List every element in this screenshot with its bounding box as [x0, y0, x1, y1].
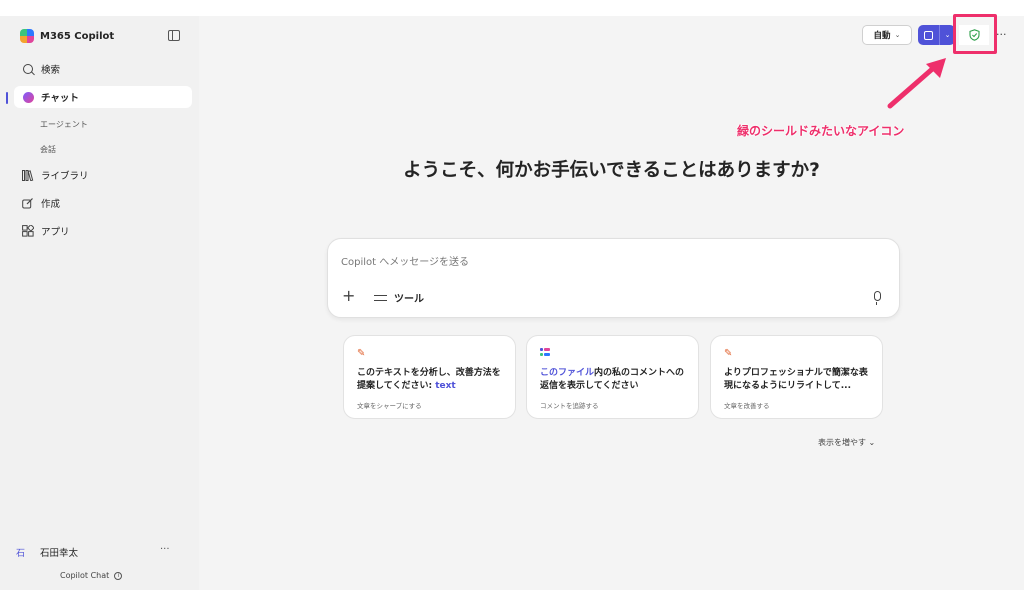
sidebar-item-label: 作成: [41, 199, 61, 210]
prompt-card-title: このファイル内の私のコメントへの返信を表示してください: [540, 368, 685, 391]
sidebar-item-create[interactable]: 作成: [14, 192, 192, 214]
pencil-icon: ✎: [724, 348, 733, 359]
sidebar-item-library[interactable]: ライブラリ: [14, 164, 192, 186]
chat-icon: [22, 91, 34, 103]
active-indicator: [6, 92, 8, 104]
message-composer[interactable]: Copilot へメッセージを送る + ツール: [327, 238, 900, 318]
tools-button[interactable]: ツール: [374, 290, 424, 305]
prompt-card[interactable]: このファイル内の私のコメントへの返信を表示してください コメントを追跡する: [526, 335, 699, 419]
create-icon: [22, 197, 34, 209]
footer-label: Copilot Chat: [60, 571, 110, 580]
sidebar-item-label: チャット: [41, 93, 79, 104]
sidebar-item-chat[interactable]: チャット: [14, 86, 192, 108]
microphone-icon[interactable]: [874, 291, 881, 305]
user-profile[interactable]: 石 石田幸太: [16, 544, 176, 560]
sidebar-item-search[interactable]: 検索: [14, 58, 192, 80]
prompt-card-title: このテキストを分析し、改善方法を提案してください: text: [357, 368, 501, 391]
sidebar-item-label: ライブラリ: [41, 171, 89, 182]
copilot-logo-icon: [20, 29, 34, 43]
brand: M365 Copilot: [20, 28, 114, 44]
mode-label: 自動: [873, 31, 891, 41]
mode-dropdown[interactable]: 自動 ⌄: [862, 25, 912, 45]
composer-input[interactable]: Copilot へメッセージを送る: [341, 253, 469, 268]
library-icon: [22, 169, 34, 181]
copilot-chat-footer: Copilot Chat i: [60, 571, 123, 580]
app-window: M365 Copilot 検索 チャット エージェント 会話 ライブラリ 作成: [0, 14, 1024, 590]
more-options-icon[interactable]: ···: [996, 28, 1007, 41]
add-icon[interactable]: +: [342, 288, 355, 304]
chevron-down-icon: ⌄: [868, 438, 876, 447]
prompt-card-subtitle: 文章を改善する: [724, 402, 770, 410]
prompt-card-subtitle: コメントを追跡する: [540, 402, 599, 410]
prompt-card[interactable]: ✎ よりプロフェッショナルで簡潔な表現になるようにリライトして... 文章を改善…: [710, 335, 883, 419]
pencil-icon: ✎: [357, 348, 366, 359]
welcome-heading: ようこそ、何かお手伝いできることはありますか?: [403, 160, 820, 181]
show-more-button[interactable]: 表示を増やす ⌄: [818, 437, 875, 448]
file-list-icon: [540, 348, 551, 360]
highlight-box: [953, 14, 997, 54]
sidebar-subitem-conversations[interactable]: 会話: [40, 144, 56, 155]
new-chat-icon[interactable]: [918, 25, 940, 45]
chevron-down-icon: ⌄: [894, 31, 901, 39]
new-chat-button[interactable]: ⌄: [918, 25, 955, 45]
user-more-icon[interactable]: ···: [160, 544, 170, 555]
sliders-icon: [374, 293, 387, 303]
apps-icon: [22, 225, 34, 237]
sidebar-toggle-icon[interactable]: [168, 30, 180, 41]
prompt-card-subtitle: 文章をシャープにする: [357, 402, 422, 410]
sidebar: M365 Copilot 検索 チャット エージェント 会話 ライブラリ 作成: [0, 16, 199, 590]
sidebar-item-apps[interactable]: アプリ: [14, 220, 192, 242]
annotation-arrow: [887, 58, 946, 109]
sidebar-item-label: アプリ: [41, 227, 70, 238]
info-icon[interactable]: i: [114, 571, 123, 580]
prompt-card[interactable]: ✎ このテキストを分析し、改善方法を提案してください: text 文章をシャープ…: [343, 335, 516, 419]
annotation-label: 緑のシールドみたいなアイコン: [737, 124, 905, 138]
sidebar-subitem-agents[interactable]: エージェント: [40, 119, 88, 130]
tools-label: ツール: [394, 294, 424, 305]
avatar: 石: [16, 548, 26, 559]
user-name: 石田幸太: [40, 548, 79, 559]
sidebar-item-label: 検索: [41, 65, 61, 76]
search-icon: [22, 63, 34, 75]
prompt-card-title: よりプロフェッショナルで簡潔な表現になるようにリライトして...: [724, 368, 868, 391]
brand-title: M365 Copilot: [40, 30, 115, 42]
